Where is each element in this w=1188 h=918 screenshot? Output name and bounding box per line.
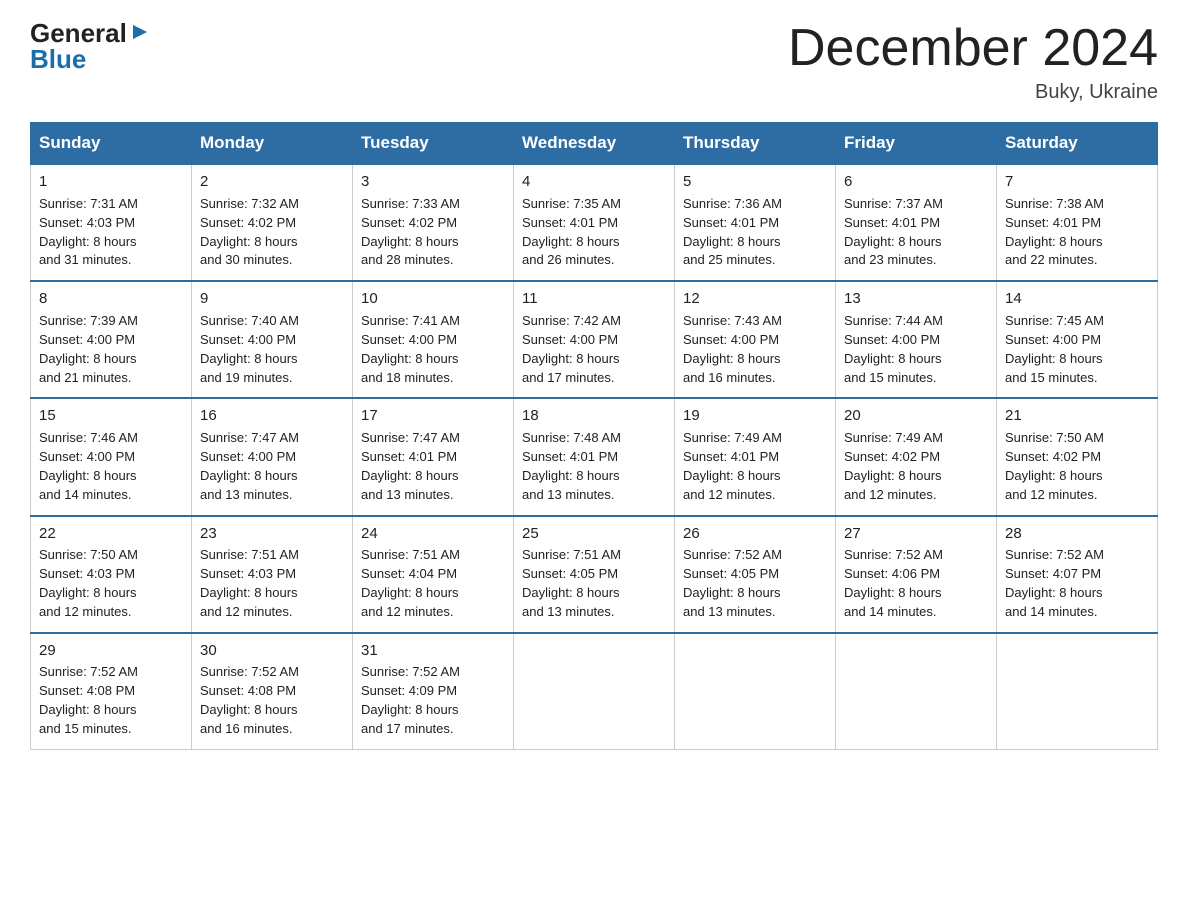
day-number: 9 (200, 288, 344, 310)
day-number: 7 (1005, 171, 1149, 193)
calendar-table: Sunday Monday Tuesday Wednesday Thursday… (30, 122, 1158, 750)
calendar-cell: 10Sunrise: 7:41 AMSunset: 4:00 PMDayligh… (353, 281, 514, 398)
calendar-cell: 15Sunrise: 7:46 AMSunset: 4:00 PMDayligh… (31, 398, 192, 515)
page-header: General Blue December 2024 Buky, Ukraine (30, 20, 1158, 104)
day-number: 8 (39, 288, 183, 310)
day-number: 13 (844, 288, 988, 310)
day-number: 17 (361, 405, 505, 427)
calendar-cell: 24Sunrise: 7:51 AMSunset: 4:04 PMDayligh… (353, 516, 514, 633)
location: Buky, Ukraine (788, 81, 1158, 104)
th-wednesday: Wednesday (514, 123, 675, 165)
calendar-cell: 23Sunrise: 7:51 AMSunset: 4:03 PMDayligh… (192, 516, 353, 633)
calendar-cell: 4Sunrise: 7:35 AMSunset: 4:01 PMDaylight… (514, 164, 675, 281)
day-number: 1 (39, 171, 183, 193)
calendar-cell (997, 633, 1158, 750)
days-of-week-row: Sunday Monday Tuesday Wednesday Thursday… (31, 123, 1158, 165)
calendar-cell: 19Sunrise: 7:49 AMSunset: 4:01 PMDayligh… (675, 398, 836, 515)
th-monday: Monday (192, 123, 353, 165)
day-number: 21 (1005, 405, 1149, 427)
th-friday: Friday (836, 123, 997, 165)
calendar-cell: 3Sunrise: 7:33 AMSunset: 4:02 PMDaylight… (353, 164, 514, 281)
calendar-cell: 5Sunrise: 7:36 AMSunset: 4:01 PMDaylight… (675, 164, 836, 281)
th-tuesday: Tuesday (353, 123, 514, 165)
calendar-cell: 6Sunrise: 7:37 AMSunset: 4:01 PMDaylight… (836, 164, 997, 281)
day-number: 25 (522, 523, 666, 545)
week-row-3: 15Sunrise: 7:46 AMSunset: 4:00 PMDayligh… (31, 398, 1158, 515)
logo-general-text: General (30, 20, 127, 46)
calendar-cell: 13Sunrise: 7:44 AMSunset: 4:00 PMDayligh… (836, 281, 997, 398)
calendar-cell: 11Sunrise: 7:42 AMSunset: 4:00 PMDayligh… (514, 281, 675, 398)
calendar-cell: 18Sunrise: 7:48 AMSunset: 4:01 PMDayligh… (514, 398, 675, 515)
calendar-body: 1Sunrise: 7:31 AMSunset: 4:03 PMDaylight… (31, 164, 1158, 749)
day-number: 24 (361, 523, 505, 545)
day-number: 5 (683, 171, 827, 193)
day-number: 3 (361, 171, 505, 193)
logo: General Blue (30, 20, 151, 73)
day-number: 15 (39, 405, 183, 427)
day-number: 23 (200, 523, 344, 545)
day-number: 11 (522, 288, 666, 310)
logo-blue-text: Blue (30, 44, 86, 74)
month-title: December 2024 (788, 20, 1158, 77)
calendar-cell: 21Sunrise: 7:50 AMSunset: 4:02 PMDayligh… (997, 398, 1158, 515)
calendar-cell: 14Sunrise: 7:45 AMSunset: 4:00 PMDayligh… (997, 281, 1158, 398)
th-sunday: Sunday (31, 123, 192, 165)
day-number: 22 (39, 523, 183, 545)
calendar-cell: 31Sunrise: 7:52 AMSunset: 4:09 PMDayligh… (353, 633, 514, 750)
calendar-cell: 27Sunrise: 7:52 AMSunset: 4:06 PMDayligh… (836, 516, 997, 633)
calendar-cell (675, 633, 836, 750)
week-row-2: 8Sunrise: 7:39 AMSunset: 4:00 PMDaylight… (31, 281, 1158, 398)
calendar-cell: 2Sunrise: 7:32 AMSunset: 4:02 PMDaylight… (192, 164, 353, 281)
th-saturday: Saturday (997, 123, 1158, 165)
day-number: 27 (844, 523, 988, 545)
calendar-cell: 8Sunrise: 7:39 AMSunset: 4:00 PMDaylight… (31, 281, 192, 398)
calendar-cell (836, 633, 997, 750)
day-number: 2 (200, 171, 344, 193)
day-number: 18 (522, 405, 666, 427)
th-thursday: Thursday (675, 123, 836, 165)
calendar-cell: 12Sunrise: 7:43 AMSunset: 4:00 PMDayligh… (675, 281, 836, 398)
day-number: 30 (200, 640, 344, 662)
calendar-cell (514, 633, 675, 750)
day-number: 28 (1005, 523, 1149, 545)
title-area: December 2024 Buky, Ukraine (788, 20, 1158, 104)
calendar-header: Sunday Monday Tuesday Wednesday Thursday… (31, 123, 1158, 165)
day-number: 26 (683, 523, 827, 545)
day-number: 4 (522, 171, 666, 193)
calendar-cell: 22Sunrise: 7:50 AMSunset: 4:03 PMDayligh… (31, 516, 192, 633)
day-number: 19 (683, 405, 827, 427)
week-row-1: 1Sunrise: 7:31 AMSunset: 4:03 PMDaylight… (31, 164, 1158, 281)
week-row-5: 29Sunrise: 7:52 AMSunset: 4:08 PMDayligh… (31, 633, 1158, 750)
calendar-cell: 25Sunrise: 7:51 AMSunset: 4:05 PMDayligh… (514, 516, 675, 633)
day-number: 16 (200, 405, 344, 427)
calendar-cell: 28Sunrise: 7:52 AMSunset: 4:07 PMDayligh… (997, 516, 1158, 633)
calendar-cell: 29Sunrise: 7:52 AMSunset: 4:08 PMDayligh… (31, 633, 192, 750)
calendar-cell: 1Sunrise: 7:31 AMSunset: 4:03 PMDaylight… (31, 164, 192, 281)
calendar-cell: 26Sunrise: 7:52 AMSunset: 4:05 PMDayligh… (675, 516, 836, 633)
calendar-cell: 9Sunrise: 7:40 AMSunset: 4:00 PMDaylight… (192, 281, 353, 398)
day-number: 10 (361, 288, 505, 310)
logo-arrow-icon (129, 21, 151, 43)
calendar-cell: 16Sunrise: 7:47 AMSunset: 4:00 PMDayligh… (192, 398, 353, 515)
day-number: 31 (361, 640, 505, 662)
day-number: 6 (844, 171, 988, 193)
day-number: 14 (1005, 288, 1149, 310)
day-number: 29 (39, 640, 183, 662)
day-number: 20 (844, 405, 988, 427)
calendar-cell: 30Sunrise: 7:52 AMSunset: 4:08 PMDayligh… (192, 633, 353, 750)
calendar-cell: 7Sunrise: 7:38 AMSunset: 4:01 PMDaylight… (997, 164, 1158, 281)
week-row-4: 22Sunrise: 7:50 AMSunset: 4:03 PMDayligh… (31, 516, 1158, 633)
calendar-cell: 17Sunrise: 7:47 AMSunset: 4:01 PMDayligh… (353, 398, 514, 515)
calendar-cell: 20Sunrise: 7:49 AMSunset: 4:02 PMDayligh… (836, 398, 997, 515)
day-number: 12 (683, 288, 827, 310)
